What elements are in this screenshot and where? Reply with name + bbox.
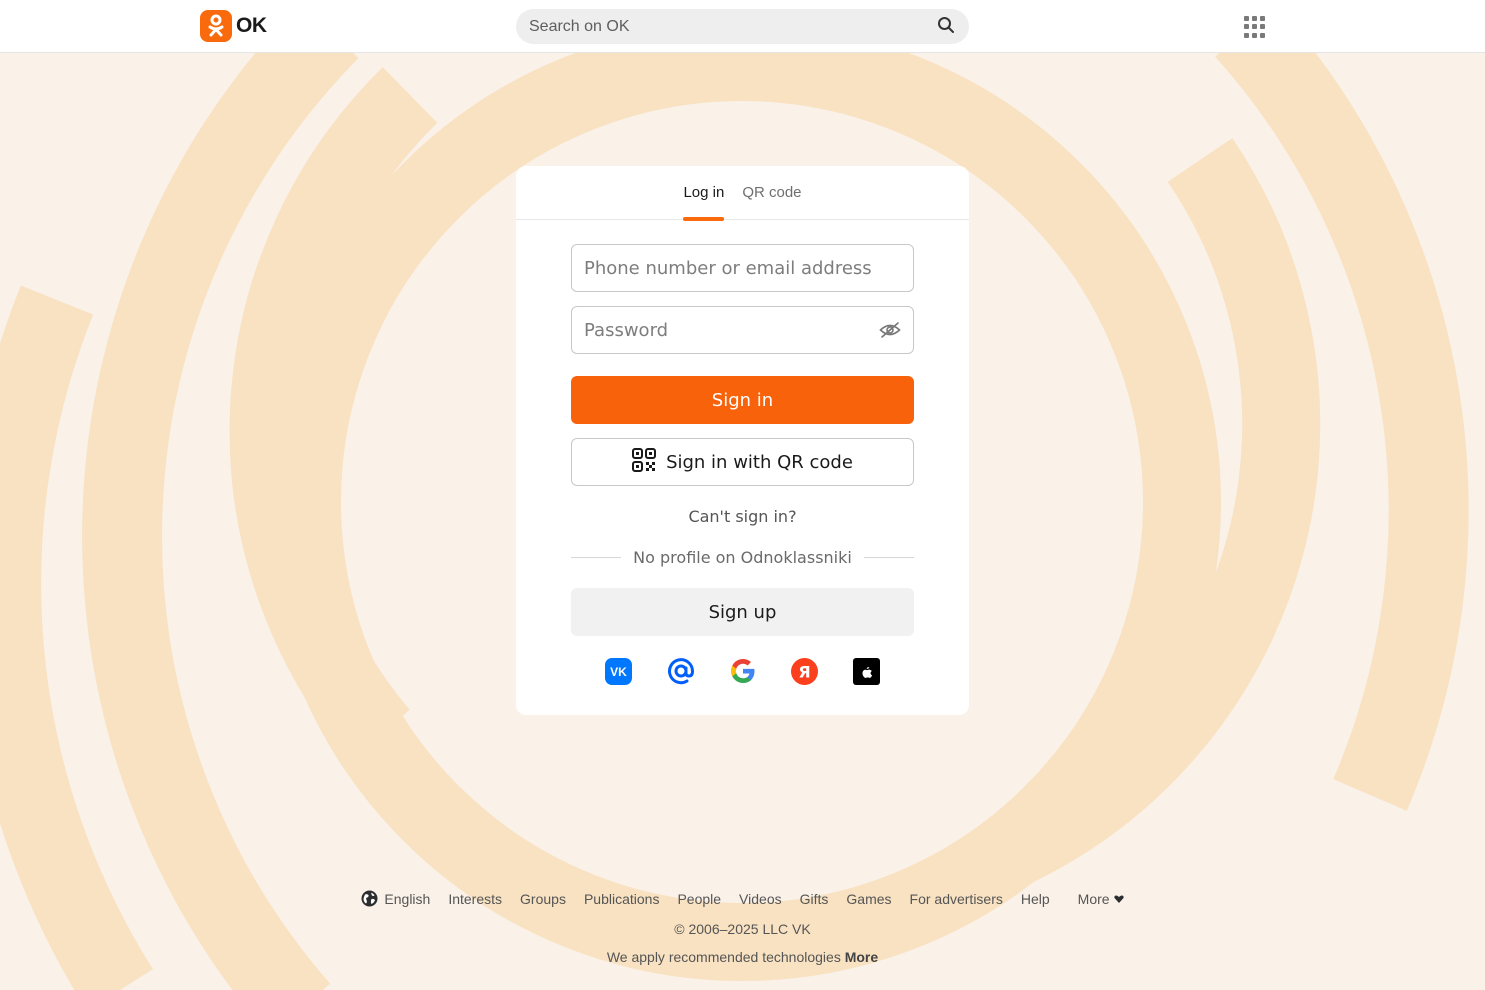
svg-text:VK: VK: [610, 665, 627, 679]
footer-more-label: More: [1077, 890, 1110, 907]
qr-code-icon: [632, 447, 657, 477]
login-tabs: Log in QR code: [516, 166, 969, 221]
login-field[interactable]: [571, 244, 914, 292]
footer-link-gifts[interactable]: Gifts: [800, 891, 829, 907]
copyright-text: © 2006–2025 LLC VK: [674, 921, 811, 937]
divider-line: [571, 557, 622, 558]
page-footer: English Interests Groups Publications Pe…: [0, 890, 1485, 965]
tech-more-link[interactable]: More: [845, 949, 878, 965]
footer-link-help[interactable]: Help: [1021, 891, 1050, 907]
mail-icon[interactable]: [667, 657, 695, 685]
tech-notice: We apply recommended technologies More: [0, 949, 1485, 965]
search-bar[interactable]: Search on OK: [516, 9, 969, 44]
language-label: English: [384, 890, 431, 907]
no-profile-text: No profile on Odnoklassniki: [633, 548, 852, 567]
top-header: OK Search on OK: [0, 0, 1485, 53]
sign-in-qr-button[interactable]: Sign in with QR code: [571, 438, 914, 486]
footer-links: English Interests Groups Publications Pe…: [0, 890, 1485, 907]
password-field[interactable]: [571, 306, 914, 354]
search-icon[interactable]: [937, 16, 955, 38]
svg-text:Я: Я: [798, 662, 810, 681]
footer-link-people[interactable]: People: [677, 891, 721, 907]
footer-link-interests[interactable]: Interests: [448, 891, 502, 907]
logo-wordmark: OK: [236, 14, 267, 37]
sign-up-button[interactable]: Sign up: [571, 588, 914, 636]
google-icon[interactable]: [729, 657, 757, 685]
cant-sign-in-link[interactable]: Can't sign in?: [516, 507, 969, 526]
footer-more-menu[interactable]: More: [1078, 891, 1124, 907]
footer-link-publications[interactable]: Publications: [584, 891, 660, 907]
login-card: Log in QR code Sign in: [516, 166, 969, 715]
login-input[interactable]: [584, 257, 901, 279]
globe-icon: [361, 890, 378, 907]
password-input[interactable]: [584, 319, 879, 341]
eye-off-icon[interactable]: [879, 319, 901, 341]
ok-logo-icon: [200, 10, 232, 42]
search-input[interactable]: Search on OK: [529, 18, 937, 36]
yandex-icon[interactable]: Я: [791, 657, 819, 685]
footer-link-games[interactable]: Games: [846, 891, 891, 907]
language-switch[interactable]: English: [361, 890, 430, 907]
footer-link-videos[interactable]: Videos: [739, 891, 782, 907]
sign-in-qr-label: Sign in with QR code: [666, 451, 853, 473]
vk-icon[interactable]: VK: [605, 657, 633, 685]
apple-icon[interactable]: [853, 657, 881, 685]
tab-log-in[interactable]: Log in: [683, 184, 724, 221]
no-profile-divider: No profile on Odnoklassniki: [571, 548, 914, 567]
ok-logo[interactable]: OK: [200, 10, 267, 42]
footer-link-groups[interactable]: Groups: [520, 891, 566, 907]
tech-notice-text: We apply recommended technologies: [606, 949, 841, 965]
sign-in-button[interactable]: Sign in: [571, 376, 914, 424]
footer-link-advertisers[interactable]: For advertisers: [910, 891, 1003, 907]
heart-caret-icon: [1113, 894, 1124, 903]
social-login-row: VK Я: [516, 657, 969, 685]
tab-qr-code[interactable]: QR code: [742, 184, 801, 220]
apps-grid-icon[interactable]: [1244, 16, 1266, 38]
divider-line: [863, 557, 914, 558]
